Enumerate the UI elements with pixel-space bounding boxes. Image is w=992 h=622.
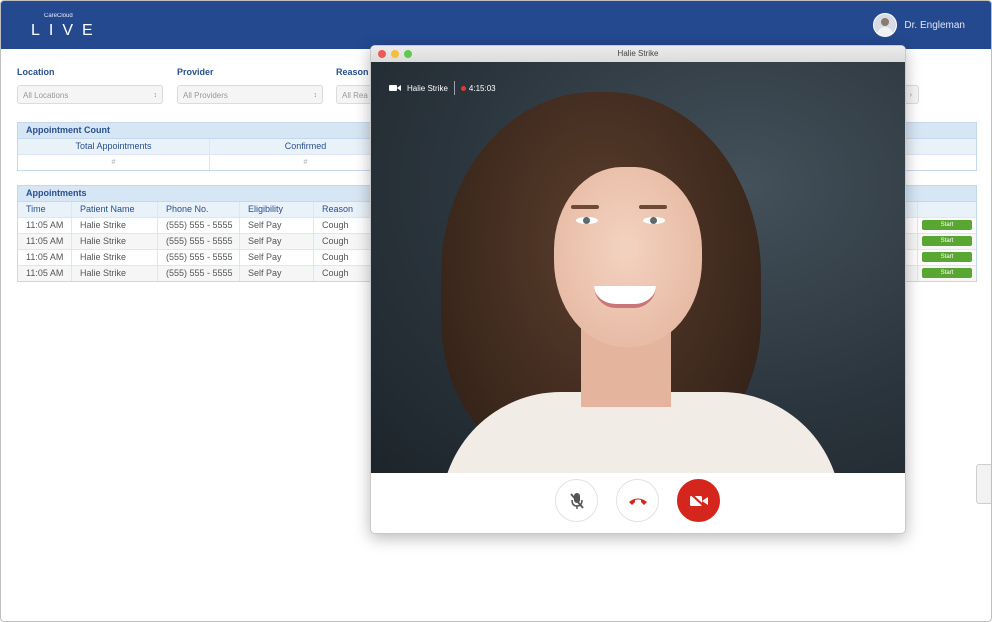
top-bar: CareCloud LIVE Dr. Engleman <box>1 1 991 49</box>
reason-cell: Cough <box>314 250 372 265</box>
reason-cell: Cough <box>314 266 372 281</box>
patient-name-cell: Halie Strike <box>72 234 158 249</box>
select-arrows-icon: ↕ <box>313 92 318 99</box>
start-button[interactable]: Start <box>922 236 972 246</box>
phone-cell: (555) 555 - 5555 <box>158 234 240 249</box>
eligibility-cell: Self Pay <box>240 234 314 249</box>
location-label: Location <box>17 67 55 77</box>
maximize-window-button[interactable] <box>404 50 412 58</box>
phone-header[interactable]: Phone No. <box>158 202 240 217</box>
user-name: Dr. Engleman <box>904 19 965 31</box>
eligibility-cell: Self Pay <box>240 218 314 233</box>
portrait-face <box>554 167 702 347</box>
reason-cell: Cough <box>314 234 372 249</box>
avatar <box>873 13 898 37</box>
hang-up-icon <box>628 498 647 505</box>
phone-cell: (555) 555 - 5555 <box>158 218 240 233</box>
reason-label: Reason <box>336 67 369 77</box>
end-call-button[interactable] <box>616 479 659 522</box>
patient-name-cell: Halie Strike <box>72 266 158 281</box>
caller-name: Halie Strike <box>407 83 448 93</box>
eligibility-cell: Self Pay <box>240 250 314 265</box>
time-cell: 11:05 AM <box>18 266 72 281</box>
portrait-brow <box>639 205 667 209</box>
minimize-window-button[interactable] <box>391 50 399 58</box>
reason-cell: Cough <box>314 218 372 233</box>
eligibility-cell: Self Pay <box>240 266 314 281</box>
select-arrows-icon: ↕ <box>153 92 158 99</box>
patient-name-cell: Halie Strike <box>72 250 158 265</box>
call-info: Halie Strike 4:15:03 <box>389 81 496 95</box>
brand-name: LIVE <box>31 22 102 39</box>
reason-header[interactable]: Reason <box>314 202 372 217</box>
video-camera-icon <box>389 85 401 91</box>
time-header[interactable]: Time <box>18 202 72 217</box>
time-cell: 11:05 AM <box>18 250 72 265</box>
time-cell: 11:05 AM <box>18 218 72 233</box>
start-button[interactable]: Start <box>922 252 972 262</box>
portrait-eye <box>576 217 598 224</box>
side-panel-tab[interactable] <box>976 464 991 504</box>
camera-off-button[interactable] <box>677 479 720 522</box>
user-menu[interactable]: Dr. Engleman <box>873 13 965 37</box>
video-window-titlebar[interactable]: Halie Strike <box>371 46 905 63</box>
brand-small-text: CareCloud <box>44 13 73 19</box>
location-select[interactable]: All Locations ↕ <box>17 85 163 104</box>
time-cell: 11:05 AM <box>18 234 72 249</box>
location-value: All Locations <box>23 91 69 100</box>
total-appointments-value: # <box>18 155 210 170</box>
total-appointments-header: Total Appointments <box>18 139 210 154</box>
call-controls <box>371 473 905 533</box>
reason-value: All Rea <box>342 91 368 100</box>
patient-name-header[interactable]: Patient Name <box>72 202 158 217</box>
provider-label: Provider <box>177 67 214 77</box>
microphone-muted-icon <box>569 492 584 509</box>
provider-value: All Providers <box>183 91 228 100</box>
video-feed: Halie Strike 4:15:03 <box>371 62 905 473</box>
video-window-title: Halie Strike <box>617 49 659 58</box>
start-button[interactable]: Start <box>922 220 972 230</box>
provider-select[interactable]: All Providers ↕ <box>177 85 323 104</box>
video-off-icon <box>689 492 708 509</box>
start-button[interactable]: Start <box>922 268 972 278</box>
patient-name-cell: Halie Strike <box>72 218 158 233</box>
phone-cell: (555) 555 - 5555 <box>158 266 240 281</box>
mute-button[interactable] <box>555 479 598 522</box>
call-duration: 4:15:03 <box>468 83 496 93</box>
recording-dot-icon <box>460 85 466 91</box>
close-window-button[interactable] <box>378 50 386 58</box>
video-call-window[interactable]: Halie Strike Halie Strike 4:15:03 <box>370 45 906 534</box>
info-divider <box>453 81 455 95</box>
app-window: CareCloud LIVE Dr. Engleman Location All… <box>0 0 992 622</box>
chevron-right-icon: › <box>909 92 912 99</box>
eligibility-header[interactable]: Eligibility <box>240 202 314 217</box>
portrait-brow <box>571 205 599 209</box>
phone-cell: (555) 555 - 5555 <box>158 250 240 265</box>
portrait-eye <box>643 217 665 224</box>
